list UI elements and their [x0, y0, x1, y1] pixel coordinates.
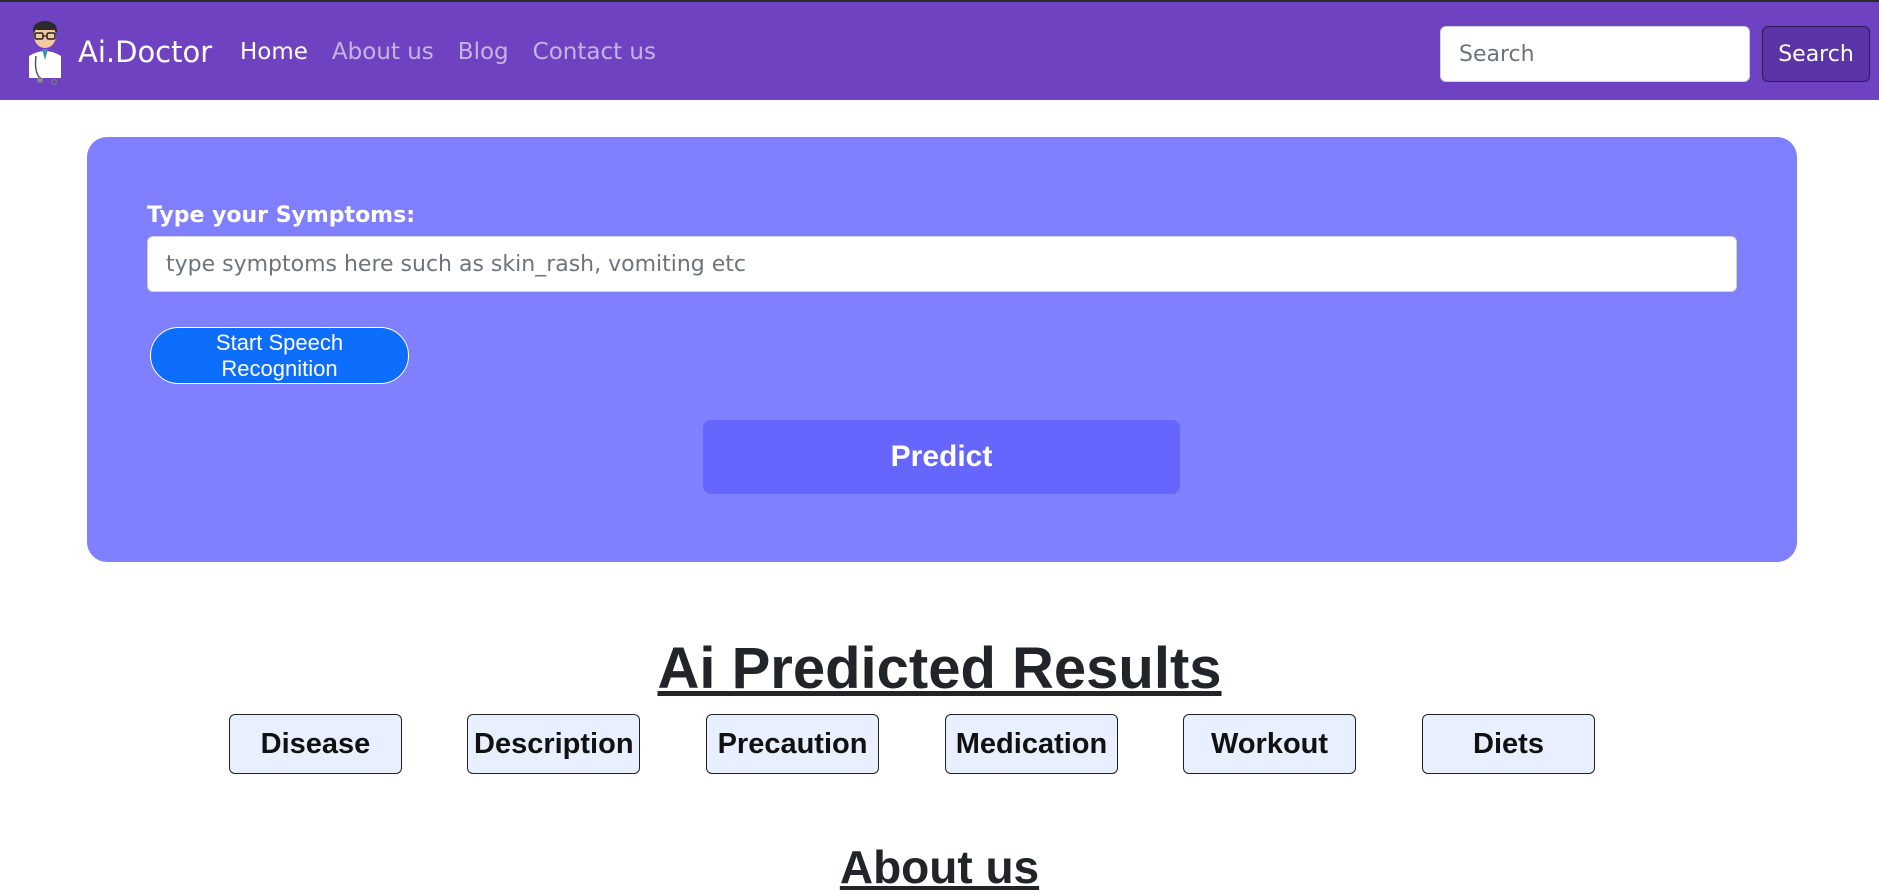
navbar: Ai.Doctor Home About us Blog Contact us …	[0, 0, 1879, 100]
diets-button[interactable]: Diets	[1422, 714, 1595, 774]
nav-link-about-us[interactable]: About us	[332, 39, 434, 65]
precaution-button[interactable]: Precaution	[706, 714, 879, 774]
brand-name: Ai.Doctor	[78, 35, 213, 69]
predict-button[interactable]: Predict	[703, 420, 1180, 494]
brand[interactable]: Ai.Doctor	[24, 16, 212, 88]
doctor-avatar-icon	[29, 21, 61, 86]
start-speech-recognition-button[interactable]: Start Speech Recognition	[150, 327, 409, 384]
disease-button[interactable]: Disease	[229, 714, 402, 774]
search-button[interactable]: Search	[1762, 26, 1870, 82]
nav-link-contact-us[interactable]: Contact us	[533, 39, 656, 65]
nav-links: Home About us Blog Contact us	[240, 2, 680, 102]
description-button[interactable]: Description	[467, 714, 640, 774]
symptoms-input[interactable]	[147, 236, 1737, 292]
workout-button[interactable]: Workout	[1183, 714, 1356, 774]
symptoms-label: Type your Symptoms:	[147, 203, 415, 228]
nav-link-blog[interactable]: Blog	[458, 39, 509, 65]
nav-link-home[interactable]: Home	[240, 39, 308, 65]
results-title: Ai Predicted Results	[657, 635, 1222, 701]
medication-button[interactable]: Medication	[945, 714, 1118, 774]
search-input[interactable]	[1440, 26, 1750, 82]
symptom-panel: Type your Symptoms: Start Speech Recogni…	[87, 137, 1797, 562]
